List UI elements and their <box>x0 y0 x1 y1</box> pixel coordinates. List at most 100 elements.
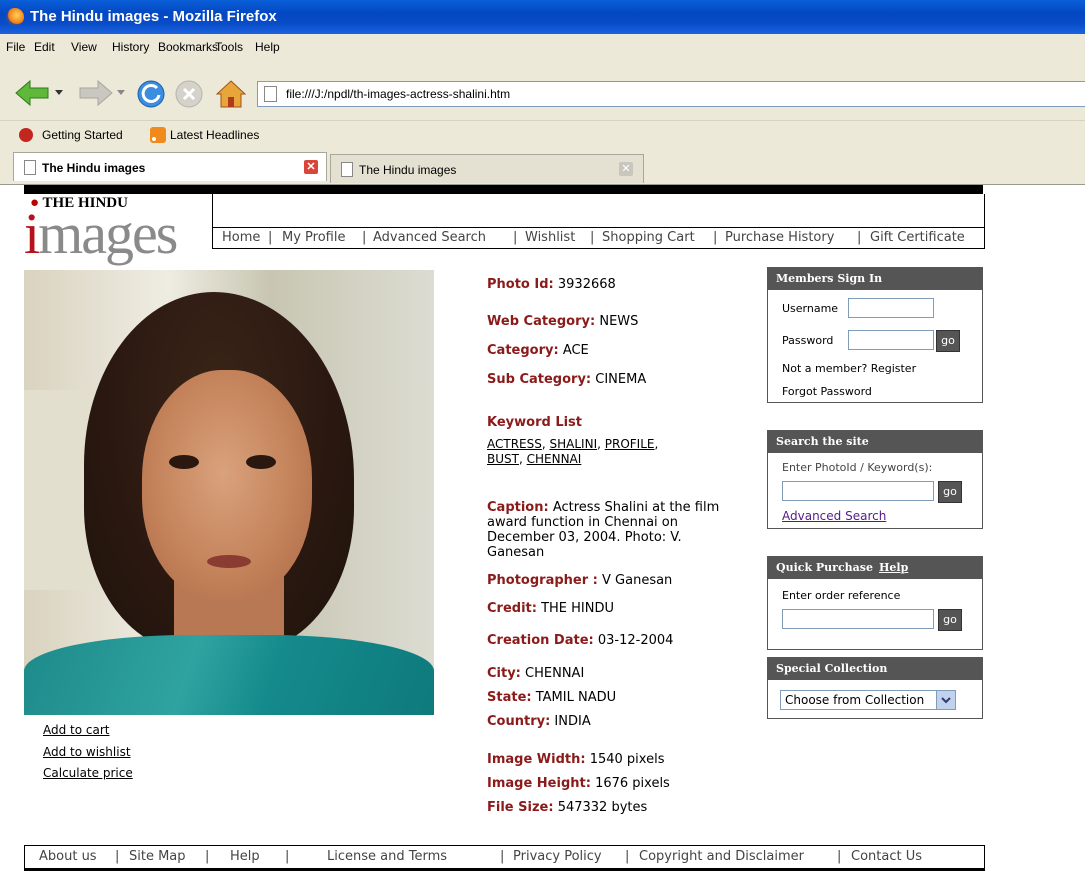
menu-tools[interactable]: Tools <box>215 40 243 54</box>
menu-edit[interactable]: Edit <box>34 40 55 54</box>
footer-license-and-terms[interactable]: License and Terms <box>327 849 447 864</box>
image-height-value: 1676 pixels <box>595 776 670 791</box>
menu-view[interactable]: View <box>71 40 97 54</box>
register-link[interactable]: Not a member? Register <box>782 362 916 375</box>
forgot-password-link[interactable]: Forgot Password <box>782 385 872 398</box>
image-height-row: Image Height: 1676 pixels <box>487 776 670 792</box>
menu-help[interactable]: Help <box>255 40 280 54</box>
menu-bar: File Edit View History Bookmarks Tools H… <box>0 34 1085 61</box>
state-value: TAMIL NADU <box>535 690 617 705</box>
chevron-down-icon[interactable] <box>936 691 955 709</box>
quick-purchase-title: Quick Purchase <box>776 561 873 574</box>
calculate-price-link[interactable]: Calculate price <box>43 766 133 780</box>
photographer-value: V Ganesan <box>602 573 673 588</box>
back-dropdown-icon[interactable] <box>55 90 65 98</box>
keyword-link[interactable]: ACTRESS <box>487 437 542 451</box>
add-to-wishlist-link[interactable]: Add to wishlist <box>43 745 131 759</box>
file-size-row: File Size: 547332 bytes <box>487 800 647 816</box>
nav-my-profile[interactable]: My Profile <box>282 230 345 245</box>
password-label: Password <box>782 334 834 347</box>
keyword-list-label: Keyword List <box>487 415 583 430</box>
password-input[interactable] <box>848 330 934 350</box>
footer-help[interactable]: Help <box>230 849 260 864</box>
nav-home[interactable]: Home <box>222 230 260 245</box>
photo-id-label: Photo Id: <box>487 277 554 292</box>
file-size-value: 547332 bytes <box>557 800 648 815</box>
web-category-row: Web Category: NEWS <box>487 314 638 330</box>
nav-wishlist[interactable]: Wishlist <box>525 230 575 245</box>
quick-purchase-go-button[interactable]: go <box>938 609 962 631</box>
quick-purchase-help-link[interactable]: Help <box>879 561 908 574</box>
close-tab-icon[interactable]: ✕ <box>304 160 318 174</box>
back-button[interactable] <box>14 78 52 108</box>
address-url[interactable]: file:///J:/npdl/th-images-actress-shalin… <box>286 87 510 101</box>
image-width-row: Image Width: 1540 pixels <box>487 752 664 768</box>
creation-date-row: Creation Date: 03-12-2004 <box>487 633 673 649</box>
add-to-cart-link[interactable]: Add to cart <box>43 723 110 737</box>
order-reference-prompt: Enter order reference <box>782 589 901 602</box>
image-width-value: 1540 pixels <box>589 752 665 767</box>
rss-icon <box>150 127 166 143</box>
nav-purchase-history[interactable]: Purchase History <box>725 230 834 245</box>
sign-in-go-button[interactable]: go <box>936 330 960 352</box>
collection-select[interactable]: Choose from Collection <box>780 690 956 710</box>
order-reference-input[interactable] <box>782 609 934 629</box>
country-value: INDIA <box>554 714 591 729</box>
site-logo[interactable]: ● THE HINDU images <box>24 194 212 266</box>
photo-image <box>24 270 434 715</box>
nav-gift-certificate[interactable]: Gift Certificate <box>870 230 965 245</box>
members-sign-in-box: Members Sign In Username Password go Not… <box>767 267 983 403</box>
home-icon[interactable] <box>215 78 247 110</box>
footer-privacy-policy[interactable]: Privacy Policy <box>513 849 602 864</box>
username-input[interactable] <box>848 298 934 318</box>
menu-bookmarks[interactable]: Bookmarks <box>158 40 218 54</box>
address-bar[interactable]: file:///J:/npdl/th-images-actress-shalin… <box>257 81 1085 107</box>
menu-file[interactable]: File <box>6 40 25 54</box>
footer-about-us[interactable]: About us <box>39 849 97 864</box>
category-label: Category: <box>487 343 559 358</box>
search-go-button[interactable]: go <box>938 481 962 503</box>
page-icon <box>341 162 353 177</box>
members-sign-in-title: Members Sign In <box>768 268 982 290</box>
keyword-link[interactable]: CHENNAI <box>527 452 582 466</box>
nav-advanced-search[interactable]: Advanced Search <box>373 230 486 245</box>
bookmark-getting-started[interactable]: Getting Started <box>42 128 123 142</box>
collection-select-value: Choose from Collection <box>785 693 925 707</box>
special-collection-box: Special Collection Choose from Collectio… <box>767 657 983 719</box>
nav-shopping-cart[interactable]: Shopping Cart <box>602 230 695 245</box>
image-width-label: Image Width: <box>487 752 586 767</box>
state-row: State: TAMIL NADU <box>487 690 616 706</box>
page-icon <box>24 160 36 175</box>
photo-id-row: Photo Id: 3932668 <box>487 277 616 293</box>
quick-purchase-box: Quick Purchase Help Enter order reference… <box>767 556 983 650</box>
stop-icon[interactable] <box>173 78 205 110</box>
footer-contact-us[interactable]: Contact Us <box>851 849 922 864</box>
search-input[interactable] <box>782 481 934 501</box>
reload-icon[interactable] <box>135 78 167 110</box>
keyword-link[interactable]: SHALINI <box>550 437 598 451</box>
tab-active[interactable]: The Hindu images ✕ <box>13 152 327 181</box>
footer-copyright[interactable]: Copyright and Disclaimer <box>639 849 804 864</box>
city-row: City: CHENNAI <box>487 666 584 682</box>
close-tab-icon[interactable]: ✕ <box>619 162 633 176</box>
category-row: Category: ACE <box>487 343 589 359</box>
file-size-label: File Size: <box>487 800 554 815</box>
city-label: City: <box>487 666 521 681</box>
search-title: Search the site <box>768 431 982 453</box>
creation-date-value: 03-12-2004 <box>597 633 674 648</box>
menu-history[interactable]: History <box>112 40 149 54</box>
keyword-link[interactable]: PROFILE <box>605 437 655 451</box>
forward-button[interactable] <box>76 78 114 108</box>
advanced-search-link[interactable]: Advanced Search <box>782 509 886 523</box>
caption-label: Caption: <box>487 500 549 515</box>
top-navigation: Home | My Profile | Advanced Search | Wi… <box>213 227 984 249</box>
photographer-row: Photographer : V Ganesan <box>487 573 672 589</box>
window-title: The Hindu images - Mozilla Firefox <box>30 8 277 25</box>
tab-inactive[interactable]: The Hindu images ✕ <box>330 154 644 183</box>
footer-site-map[interactable]: Site Map <box>129 849 186 864</box>
bookmark-latest-headlines[interactable]: Latest Headlines <box>170 128 259 142</box>
quick-purchase-header: Quick Purchase Help <box>768 557 982 579</box>
bookmarks-toolbar: Getting Started Latest Headlines <box>0 120 1085 149</box>
keyword-link[interactable]: BUST <box>487 452 519 466</box>
forward-dropdown-icon[interactable] <box>117 90 127 98</box>
